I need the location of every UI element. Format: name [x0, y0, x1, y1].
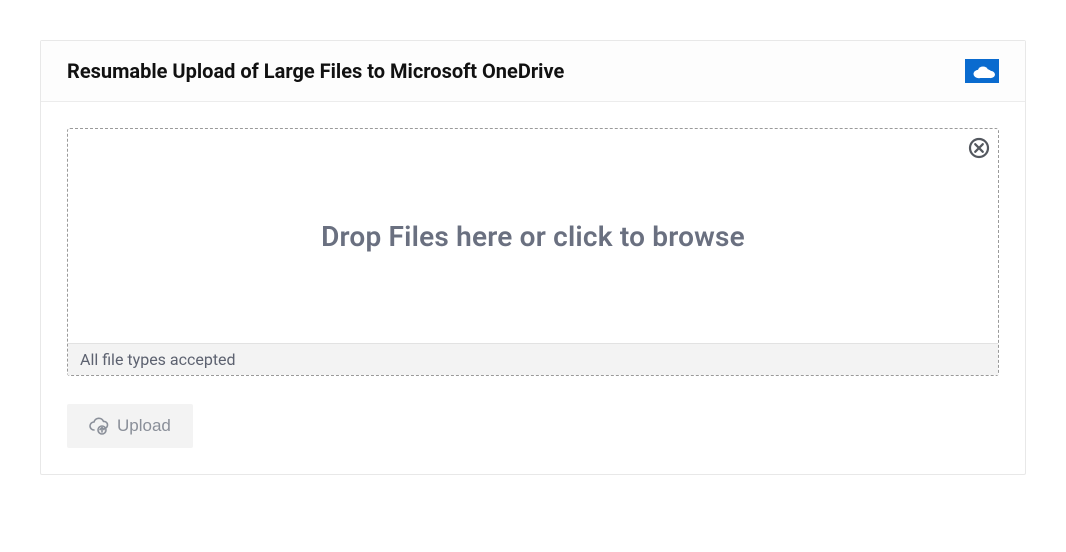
file-dropzone[interactable]: Drop Files here or click to browse All f…	[67, 128, 999, 376]
panel-body: Drop Files here or click to browse All f…	[41, 102, 1025, 474]
upload-button[interactable]: Upload	[67, 404, 193, 448]
cloud-upload-icon	[89, 417, 109, 435]
upload-button-label: Upload	[117, 416, 171, 436]
panel-title: Resumable Upload of Large Files to Micro…	[67, 59, 564, 83]
onedrive-icon	[965, 59, 999, 83]
panel-header: Resumable Upload of Large Files to Micro…	[41, 41, 1025, 102]
dropzone-footer: All file types accepted	[68, 343, 998, 375]
dropzone-prompt: Drop Files here or click to browse	[321, 220, 745, 253]
dropzone-main: Drop Files here or click to browse	[68, 129, 998, 343]
close-icon[interactable]	[968, 137, 990, 159]
upload-panel: Resumable Upload of Large Files to Micro…	[40, 40, 1026, 475]
